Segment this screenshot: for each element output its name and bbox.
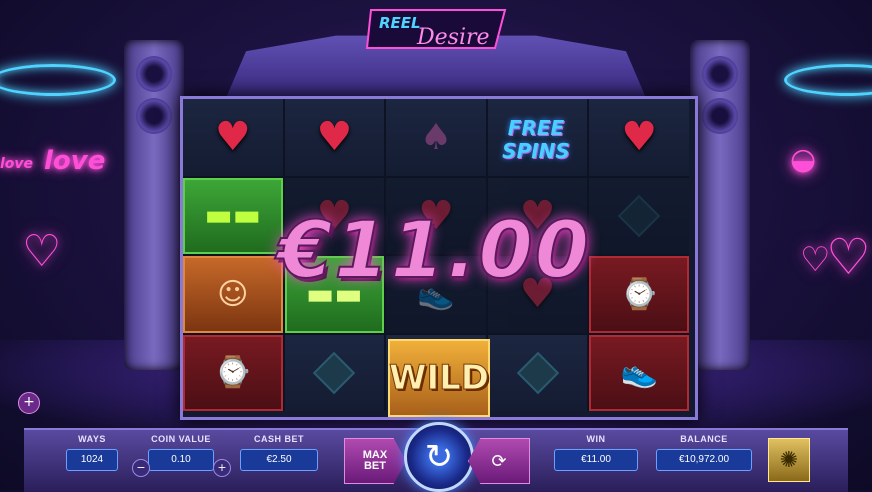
- coin-plus-button[interactable]: +: [213, 459, 231, 477]
- reel-cell: ▬▬: [183, 177, 283, 254]
- free-spins-line2: SPINS: [502, 139, 570, 163]
- ways-value: 1024: [66, 449, 118, 471]
- cash-bet-value[interactable]: €2.50: [240, 449, 318, 471]
- reel-cell: [487, 334, 588, 411]
- autoplay-icon: ⟳: [491, 450, 507, 472]
- reel-cell: [284, 334, 385, 411]
- balance-label: BALANCE: [680, 434, 728, 444]
- ceiling-light-left: [0, 64, 116, 96]
- win-value: €11.00: [554, 449, 638, 471]
- reel-cell: ☺: [183, 256, 283, 333]
- balance-field: BALANCE €10,972.00: [656, 434, 752, 471]
- ceiling-light-right: [784, 64, 872, 96]
- coin-value: 0.10: [148, 449, 214, 471]
- neon-heart-large-icon: ♡: [826, 228, 871, 286]
- side-menu-plus-button[interactable]: +: [18, 392, 40, 414]
- love-sign-big: love: [44, 146, 106, 176]
- neon-heart-arrow-icon: ♡: [22, 226, 62, 277]
- spin-arrow-icon: ↻: [424, 437, 454, 477]
- ways-field: WAYS 1024: [66, 434, 118, 471]
- logo-desire-text: Desire: [416, 25, 490, 50]
- max-bet-line2: BET: [363, 460, 386, 472]
- reel-cell: ♥: [284, 99, 385, 176]
- logo-reel-text: REEL: [379, 14, 421, 32]
- reel-cell: 👟: [589, 334, 689, 411]
- spin-button[interactable]: ↻: [404, 422, 474, 492]
- shutter-glasses-icon: ▬▬: [204, 198, 262, 234]
- balance-value: €10,972.00: [656, 449, 752, 471]
- sneakers-icon: 👟: [620, 355, 658, 391]
- reel-cell: [589, 177, 689, 254]
- reel-cell: ♥: [183, 99, 283, 176]
- ways-label: WAYS: [78, 434, 106, 444]
- reel-cell: ♠: [386, 99, 486, 176]
- woman-portrait-icon: ☺: [217, 276, 249, 312]
- max-bet-button[interactable]: MAX BET: [344, 438, 406, 484]
- coin-value-field: COIN VALUE 0.10: [148, 434, 214, 471]
- diamond-record-icon: [313, 351, 356, 394]
- free-spins-line1: FREE: [507, 116, 565, 140]
- heart-record-icon: ♥: [621, 114, 658, 161]
- win-amount-overlay: €11.00: [277, 205, 591, 297]
- win-field: WIN €11.00: [554, 434, 638, 471]
- speaker-left: [124, 40, 184, 370]
- wild-symbol: WILD: [388, 339, 490, 417]
- speaker-cone-icon: [702, 56, 738, 92]
- diamond-record-icon: [516, 351, 559, 394]
- menu-button[interactable]: ✺: [768, 438, 810, 482]
- wild-label: WILD: [388, 358, 490, 399]
- love-sign-small: love: [0, 156, 34, 172]
- coin-minus-button[interactable]: −: [132, 459, 150, 477]
- wristwatch-icon: ⌚: [620, 276, 658, 312]
- spade-record-icon: ♠: [419, 116, 453, 158]
- free-spins-boombox-symbol: FREE SPINS: [488, 104, 584, 178]
- heart-record-icon: ♥: [316, 114, 353, 161]
- win-label: WIN: [586, 434, 606, 444]
- reel-cell: ⌚: [183, 334, 283, 411]
- reel-cell: ⌚: [589, 256, 689, 333]
- speaker-cone-icon: [136, 56, 172, 92]
- reel-cell: ♥: [589, 99, 689, 176]
- coin-value-label: COIN VALUE: [151, 434, 211, 444]
- speaker-cone-icon: [702, 98, 738, 134]
- game-logo: REEL Desire: [365, 9, 507, 50]
- cash-bet-label: CASH BET: [253, 434, 304, 444]
- cash-bet-field: CASH BET €2.50: [240, 434, 318, 471]
- neon-lips-icon: ◒: [790, 142, 817, 177]
- menu-sun-icon: ✺: [779, 447, 799, 473]
- speaker-cone-icon: [136, 98, 172, 134]
- speaker-right: [690, 40, 750, 370]
- diamond-record-icon: [617, 194, 661, 237]
- autoplay-button[interactable]: ⟳: [468, 438, 530, 484]
- wristwatch-icon: ⌚: [214, 355, 252, 391]
- heart-record-icon: ♥: [214, 114, 251, 161]
